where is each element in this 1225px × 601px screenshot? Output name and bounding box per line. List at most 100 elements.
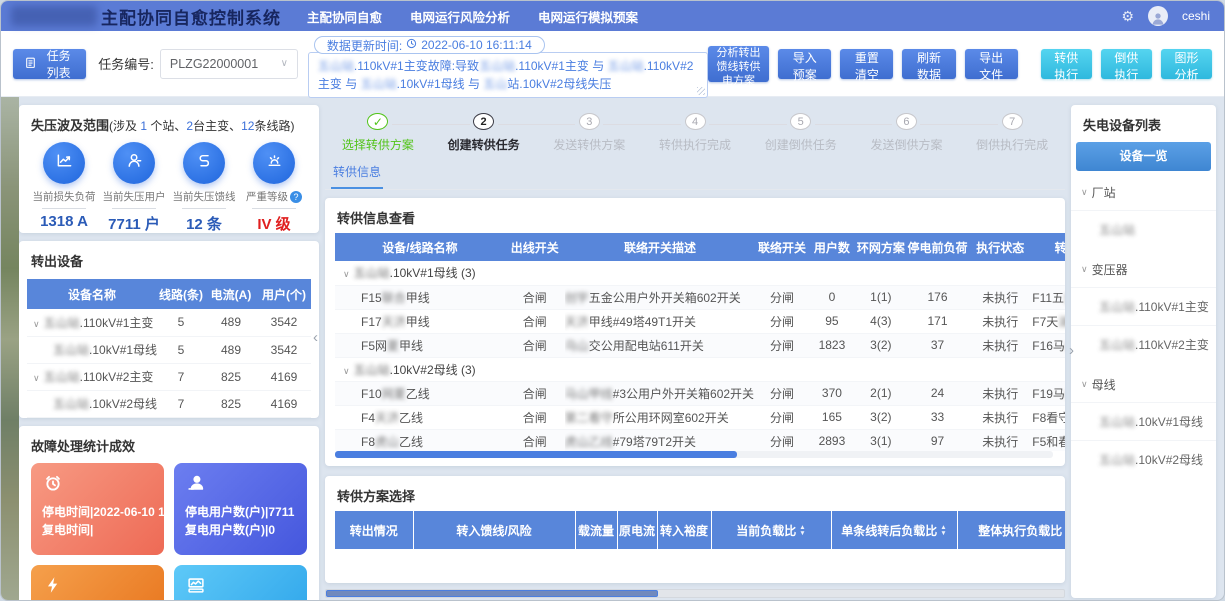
blurred-text: 夏 <box>387 339 399 353</box>
step-5[interactable]: 5创建倒供任务 <box>748 110 854 153</box>
text-segment: 乙线 <box>406 387 430 401</box>
column-header[interactable]: 单条线转后负载比▲▼ <box>831 511 957 549</box>
update-time-label: 数据更新时间: <box>327 37 402 54</box>
import-plan-button[interactable]: 导入预案 <box>778 49 831 79</box>
device-overview-header[interactable]: 设备一览 <box>1076 142 1211 171</box>
table-row[interactable]: F17天济甲线合闸天济甲线#49塔49T1开关分闸954(3)171未执行F7天… <box>335 309 1065 333</box>
tab-bar: 转供信息 <box>325 157 1065 190</box>
table-row[interactable]: F15联合甲线合闸创宇五金公用户外开关箱602开关分闸01(1)176未执行F1… <box>335 285 1065 309</box>
app-title: 主配协同自愈控制系统 <box>101 4 281 29</box>
ring-plan-cell: 3(2) <box>855 333 906 357</box>
tree-item[interactable]: 五山站.10kV#1母线 <box>1071 402 1216 440</box>
blurred-text: 第二看守 <box>565 411 613 425</box>
step-6[interactable]: 6发送倒供方案 <box>854 110 960 153</box>
blurred-text: 五山站 <box>1099 338 1135 352</box>
step-1[interactable]: ✓选择转供方案 <box>325 110 431 153</box>
column-header[interactable]: 当前负载比▲▼ <box>711 511 831 549</box>
fault-description-textarea[interactable]: 五山站.110kV#1主变故障:导致五山站.110kV#1主变 与 五山站.11… <box>308 52 708 98</box>
tree-item[interactable]: 五山站.110kV#1主变 <box>1071 287 1216 325</box>
blurred-text: 五山站 <box>479 59 515 73</box>
fault-stat-card-2: 停电用户数(户)|7711复电用户数(户)|0 <box>174 463 307 555</box>
transfer-line-cell: F11五金 <box>1032 285 1065 309</box>
task-no-select[interactable]: PLZG22000001 ∨ <box>160 49 298 79</box>
group-row[interactable]: ∨五山站.10kV#2母线 (3) <box>335 357 1065 381</box>
exec-status-cell: 未执行 <box>968 309 1032 333</box>
user-avatar-icon[interactable] <box>1148 6 1168 26</box>
menu-item-3[interactable]: 电网运行模拟预案 <box>538 7 638 26</box>
impact-stat-value: 12 条 <box>186 213 222 234</box>
left-sidebar: 失压波及范围(涉及 1 个站、2台主变、12条线路) 当前损失负荷1318 A当… <box>19 105 319 598</box>
table-row[interactable]: ∨五山站.110kV#2主变78254169 <box>27 363 311 390</box>
transfer-execute-button[interactable]: 转供执行 <box>1041 49 1092 79</box>
tree-item[interactable]: 五山站.10kV#2母线 <box>1071 440 1216 478</box>
table-row[interactable]: 五山站.10kV#1母线54893542 <box>27 336 311 363</box>
text-segment: 站.10kV#2母线失压 <box>507 77 611 91</box>
analyze-transfer-plan-button[interactable]: 分析转出馈线转供电方案 <box>708 46 769 82</box>
transfer-line-cell: F8看守 <box>1032 405 1065 429</box>
text-segment: F10 <box>361 387 382 401</box>
tree-item[interactable]: 五山站 <box>1071 210 1216 248</box>
table-row[interactable]: F5网夏甲线合闸乌山交公用配电站611开关分闸18233(2)37未执行F16马… <box>335 333 1065 357</box>
step-label: 创建倒供任务 <box>765 136 837 153</box>
column-header: 停电前负荷 <box>907 233 969 261</box>
step-7[interactable]: 7倒供执行完成 <box>959 110 1065 153</box>
exec-status-cell: 未执行 <box>968 429 1032 451</box>
table-row[interactable]: ∨五山站.110kV#1主变54893542 <box>27 309 311 336</box>
table-row[interactable]: F4天济乙线合闸第二看守所公用环网室602开关分闸1653(2)33未执行F8看… <box>335 405 1065 429</box>
tab-transfer-info[interactable]: 转供信息 <box>331 159 383 189</box>
blurred-text: 网夏 <box>382 387 406 401</box>
app-logo <box>11 6 97 26</box>
hscrollbar-thumb[interactable] <box>335 451 737 458</box>
column-header-label: 原电流 <box>619 524 655 538</box>
backfeed-execute-button[interactable]: 倒供执行 <box>1101 49 1152 79</box>
menu-item-2[interactable]: 电网运行风险分析 <box>410 7 510 26</box>
card-line-1: 停电时间|2022-06-10 16:11 <box>42 503 153 522</box>
collapse-right-arrow[interactable]: › <box>1069 342 1074 359</box>
refresh-data-button[interactable]: 刷新数据 <box>902 49 955 79</box>
step-label: 创建转供任务 <box>448 136 520 153</box>
plan-select-title: 转供方案选择 <box>325 476 1065 511</box>
text-segment: #3公用户外开关箱602开关 <box>613 387 754 401</box>
ring-plan-cell: 3(1) <box>855 429 906 451</box>
chevron-down-icon: ∨ <box>33 373 40 383</box>
text-segment: .110kV#2主变 <box>1135 338 1209 352</box>
table-row[interactable]: F8虎山乙线合闸虎山乙线#79塔79T2开关分闸28933(1)97未执行F5和… <box>335 429 1065 451</box>
blurred-text: 马山甲线 <box>565 387 613 401</box>
column-header: 环网方案 <box>855 233 906 261</box>
out-switch-cell: 合闸 <box>505 333 565 357</box>
text-segment: .10kV#1母线 与 <box>397 77 484 91</box>
menu-item-1[interactable]: 主配协同自愈 <box>307 7 382 26</box>
tree-item[interactable]: 五山站.110kV#2主变 <box>1071 325 1216 363</box>
export-file-button[interactable]: 导出文件 <box>965 49 1018 79</box>
transfer-out-panel: 转出设备 设备名称线路(条)电流(A)用户(个)∨五山站.110kV#1主变54… <box>19 241 319 418</box>
feeder-name-cell: F15联合甲线 <box>335 285 505 309</box>
reset-clear-button[interactable]: 重置清空 <box>840 49 893 79</box>
table-row[interactable]: 五山站.10kV#2母线78254169 <box>27 390 311 417</box>
step-4[interactable]: 4转供执行完成 <box>642 110 748 153</box>
column-header[interactable]: 整体执行负载比▲▼ <box>957 511 1065 549</box>
bottom-hscrollbar-thumb[interactable] <box>326 590 658 597</box>
collapse-left-arrow[interactable]: ‹ <box>313 329 318 346</box>
tree-group-1[interactable]: ∨厂站 <box>1071 171 1216 210</box>
sort-icon[interactable]: ▲▼ <box>799 525 805 538</box>
tie-switch-cell: 分闸 <box>755 405 809 429</box>
help-icon[interactable]: ? <box>290 191 302 203</box>
tree-group-3[interactable]: ∨母线 <box>1071 363 1216 402</box>
step-2[interactable]: 2创建转供任务 <box>431 110 537 153</box>
text-segment: 条线路) <box>254 119 294 133</box>
device-tree: ∨厂站五山站∨变压器五山站.110kV#1主变五山站.110kV#2主变∨母线五… <box>1071 171 1216 478</box>
text-segment: .110kV#2主变 <box>80 370 154 384</box>
graph-analysis-button[interactable]: 图形分析 <box>1161 49 1212 79</box>
feeder-name-cell: F10网夏乙线 <box>335 381 505 405</box>
step-3[interactable]: 3发送转供方案 <box>536 110 642 153</box>
step-label: 发送倒供方案 <box>870 136 942 153</box>
task-list-button[interactable]: 任务列表 <box>13 49 86 79</box>
group-row[interactable]: ∨五山站.10kV#1母线 (3) <box>335 261 1065 285</box>
username: ceshi <box>1182 9 1210 23</box>
tree-group-2[interactable]: ∨变压器 <box>1071 248 1216 287</box>
users-cell: 4169 <box>257 390 311 417</box>
settings-gear-icon[interactable]: ⚙ <box>1121 8 1134 25</box>
table-row[interactable]: F10网夏乙线合闸马山甲线#3公用户外开关箱602开关分闸3702(1)24未执… <box>335 381 1065 405</box>
impact-stat-circle <box>43 142 85 184</box>
sort-icon[interactable]: ▲▼ <box>940 525 946 538</box>
